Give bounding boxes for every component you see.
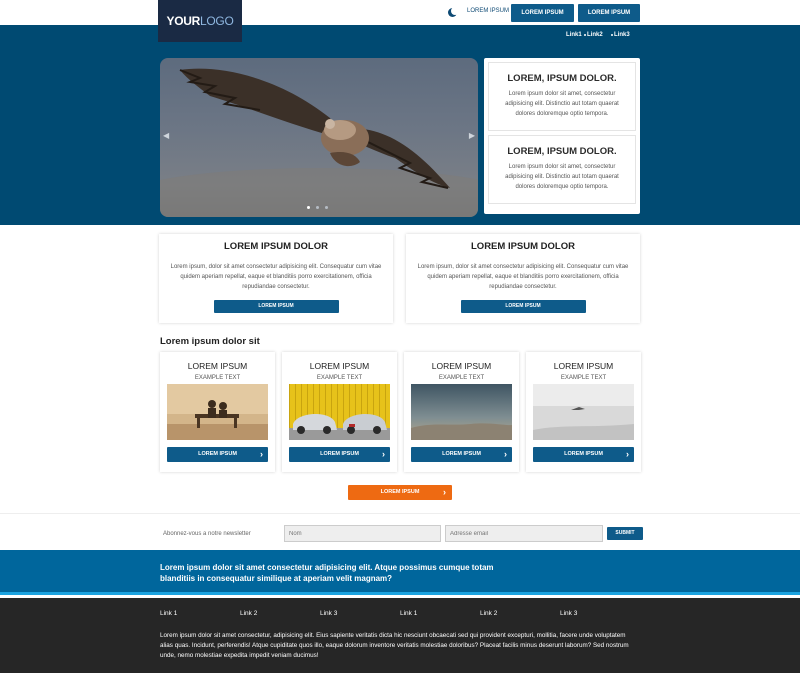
vulture-image xyxy=(160,68,478,217)
feature-button[interactable]: LOREM IPSUM xyxy=(213,300,339,313)
product-card: LOREM IPSUM EXAMPLE TEXT LOREM IPSUM › xyxy=(404,352,519,472)
nav-separator-dot xyxy=(584,34,586,36)
logo-part2: LOGO xyxy=(200,14,234,28)
product-title: LOREM IPSUM xyxy=(187,361,248,371)
feature-card: LOREM IPSUM DOLOR Lorem ipsum, dolor sit… xyxy=(159,234,393,323)
footer-link[interactable]: Link 1 xyxy=(400,610,417,617)
feature-text: Lorem ipsum, dolor sit amet consectetur … xyxy=(170,264,382,290)
product-subtitle: EXAMPLE TEXT xyxy=(194,375,241,381)
product-title: LOREM IPSUM xyxy=(553,361,614,371)
product-button[interactable]: LOREM IPSUM › xyxy=(167,447,268,462)
product-subtitle: EXAMPLE TEXT xyxy=(316,375,363,381)
banner-text: Lorem ipsum dolor sit amet consectetur a… xyxy=(160,563,494,583)
side-card: LOREM, IPSUM DOLOR. Lorem ipsum dolor si… xyxy=(488,62,636,131)
slider-dot[interactable] xyxy=(325,206,328,209)
side-card-title: LOREM, IPSUM DOLOR. xyxy=(507,73,617,84)
product-image xyxy=(289,384,390,440)
nav-link-3[interactable]: Link3 xyxy=(614,32,630,38)
logo[interactable]: YOUR LOGO xyxy=(158,0,242,42)
footer: Link 1 Link 2 Link 3 Link 1 Link 2 Link … xyxy=(0,598,800,673)
footer-link[interactable]: Link 3 xyxy=(560,610,577,617)
chevron-right-icon: › xyxy=(626,449,629,459)
footer-link[interactable]: Link 1 xyxy=(160,610,177,617)
slider-dot[interactable] xyxy=(316,206,319,209)
header-link[interactable]: LOREM IPSUM xyxy=(467,8,509,14)
email-input[interactable] xyxy=(445,525,603,542)
name-input[interactable] xyxy=(284,525,441,542)
logo-part1: YOUR xyxy=(166,14,201,28)
product-card: LOREM IPSUM EXAMPLE TEXT LOREM IPSUM › xyxy=(282,352,397,472)
product-card: LOREM IPSUM EXAMPLE TEXT LOREM IPSUM › xyxy=(526,352,641,472)
slider-dot[interactable] xyxy=(307,206,310,209)
side-card: LOREM, IPSUM DOLOR. Lorem ipsum dolor si… xyxy=(488,135,636,204)
product-image xyxy=(167,384,268,440)
chevron-right-icon: › xyxy=(504,449,507,459)
product-button-label: LOREM IPSUM xyxy=(564,451,603,457)
product-image xyxy=(533,384,634,440)
header-button-1[interactable]: LOREM IPSUM xyxy=(511,4,574,22)
header-button-2[interactable]: LOREM IPSUM xyxy=(578,4,640,22)
cta-button-label: LOREM IPSUM xyxy=(380,489,420,495)
blue-banner: Lorem ipsum dolor sit amet consectetur a… xyxy=(0,550,800,595)
slider-prev-icon[interactable]: ◀ xyxy=(163,131,169,140)
product-image xyxy=(411,384,512,440)
product-button[interactable]: LOREM IPSUM › xyxy=(411,447,512,462)
side-card-text: Lorem ipsum dolor sit amet, consectetur … xyxy=(505,164,619,190)
footer-link[interactable]: Link 3 xyxy=(320,610,337,617)
section-title: Lorem ipsum dolor sit xyxy=(160,336,260,347)
chevron-right-icon: › xyxy=(443,487,446,497)
product-subtitle: EXAMPLE TEXT xyxy=(560,375,607,381)
footer-link[interactable]: Link 2 xyxy=(240,610,257,617)
product-button-label: LOREM IPSUM xyxy=(198,451,237,457)
slider-next-icon[interactable]: ▶ xyxy=(469,131,475,140)
submit-button[interactable]: SUBMIT xyxy=(607,527,643,540)
hero-side-panel: LOREM, IPSUM DOLOR. Lorem ipsum dolor si… xyxy=(484,58,640,214)
side-card-title: LOREM, IPSUM DOLOR. xyxy=(507,146,617,157)
feature-title: LOREM IPSUM DOLOR xyxy=(224,241,328,252)
feature-title: LOREM IPSUM DOLOR xyxy=(471,241,575,252)
newsletter-label: Abonnez-vous a notre newsletter xyxy=(163,531,251,537)
top-bar xyxy=(0,0,800,25)
product-title: LOREM IPSUM xyxy=(309,361,370,371)
product-button-label: LOREM IPSUM xyxy=(320,451,359,457)
newsletter-bar: Abonnez-vous a notre newsletter SUBMIT xyxy=(0,513,800,550)
cta-button[interactable]: LOREM IPSUM › xyxy=(348,485,452,500)
product-title: LOREM IPSUM xyxy=(431,361,492,371)
nav-link-1[interactable]: Link1 xyxy=(566,32,582,38)
feature-card: LOREM IPSUM DOLOR Lorem ipsum, dolor sit… xyxy=(406,234,640,323)
nav-separator-dot xyxy=(611,34,613,36)
hero-section: Link1 Link2 Link3 ◀ ▶ LOREM, IPSUM DOLOR… xyxy=(0,25,800,225)
feature-text: Lorem ipsum, dolor sit amet consectetur … xyxy=(417,264,629,290)
product-subtitle: EXAMPLE TEXT xyxy=(438,375,485,381)
chevron-right-icon: › xyxy=(260,449,263,459)
side-card-text: Lorem ipsum dolor sit amet, consectetur … xyxy=(505,91,619,117)
nav-link-2[interactable]: Link2 xyxy=(587,32,603,38)
feature-button[interactable]: LOREM IPSUM xyxy=(460,300,586,313)
product-card: LOREM IPSUM EXAMPLE TEXT LOREM IPSUM › xyxy=(160,352,275,472)
product-button[interactable]: LOREM IPSUM › xyxy=(289,447,390,462)
slider-dots xyxy=(307,206,328,209)
product-button-label: LOREM IPSUM xyxy=(442,451,481,457)
footer-text: Lorem ipsum dolor sit amet consectetur, … xyxy=(160,632,629,659)
footer-link[interactable]: Link 2 xyxy=(480,610,497,617)
chevron-right-icon: › xyxy=(382,449,385,459)
image-slider[interactable]: ◀ ▶ xyxy=(160,58,478,217)
moon-icon[interactable] xyxy=(448,7,459,17)
product-button[interactable]: LOREM IPSUM › xyxy=(533,447,634,462)
